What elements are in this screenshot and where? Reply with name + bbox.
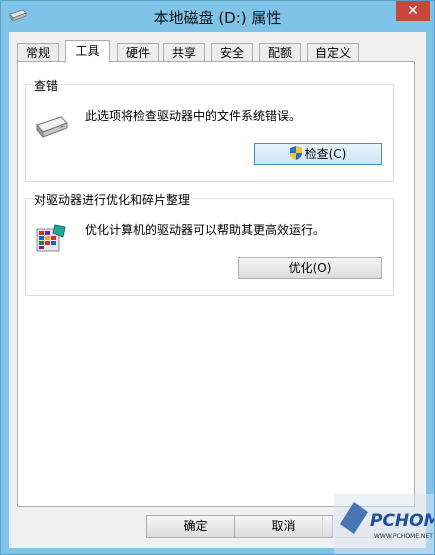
properties-window: 本地磁盘 (D:) 属性 ✕ 常规 工具 硬件 共享 安全 配额 自定义 查错 [0, 0, 435, 555]
watermark-brand: PCHOME [370, 511, 434, 531]
error-check-group: 查错 此选项将检查驱动器中的文件系统错误。 检查(C) [25, 77, 394, 182]
error-check-description: 此选项将检查驱动器中的文件系统错误。 [85, 109, 302, 123]
tab-security[interactable]: 安全 [211, 43, 253, 62]
tab-bar: 常规 工具 硬件 共享 安全 配额 自定义 [17, 40, 417, 63]
cancel-button[interactable]: 取消 [234, 515, 333, 538]
ok-button[interactable]: 确定 [146, 515, 245, 538]
tab-quota[interactable]: 配额 [259, 43, 301, 62]
dialog-client: 常规 工具 硬件 共享 安全 配额 自定义 查错 此选项将检查驱动器中的文件系统… [9, 32, 426, 548]
tools-panel: 查错 此选项将检查驱动器中的文件系统错误。 检查(C) 对驱动器进行优化和碎片整… [17, 61, 415, 507]
optimize-description: 优化计算机的驱动器可以帮助其更高效运行。 [85, 223, 326, 237]
check-button[interactable]: 检查(C) [254, 143, 382, 165]
tab-customize[interactable]: 自定义 [307, 43, 359, 62]
tab-sharing[interactable]: 共享 [163, 43, 205, 62]
close-button[interactable]: ✕ [396, 1, 430, 21]
tab-general[interactable]: 常规 [17, 43, 59, 62]
pchome-watermark: PCHOME WWW.PCHOME.NET [334, 494, 434, 554]
title-bar[interactable]: 本地磁盘 (D:) 属性 ✕ [1, 1, 434, 31]
tab-tools[interactable]: 工具 [65, 40, 110, 63]
defrag-icon [36, 224, 66, 252]
tab-hardware[interactable]: 硬件 [117, 43, 159, 62]
drive-icon [36, 116, 68, 139]
optimize-title: 对驱动器进行优化和碎片整理 [32, 191, 193, 208]
optimize-button[interactable]: 优化(O) [238, 257, 382, 279]
optimize-group: 对驱动器进行优化和碎片整理 优化计算机的驱动器可以帮助其更高效运行。 优化(O) [25, 191, 394, 296]
watermark-url: WWW.PCHOME.NET [374, 533, 433, 540]
uac-shield-icon [289, 146, 302, 160]
window-title: 本地磁盘 (D:) 属性 [153, 9, 282, 27]
check-button-label: 检查(C) [304, 147, 347, 161]
error-check-title: 查错 [32, 77, 61, 94]
